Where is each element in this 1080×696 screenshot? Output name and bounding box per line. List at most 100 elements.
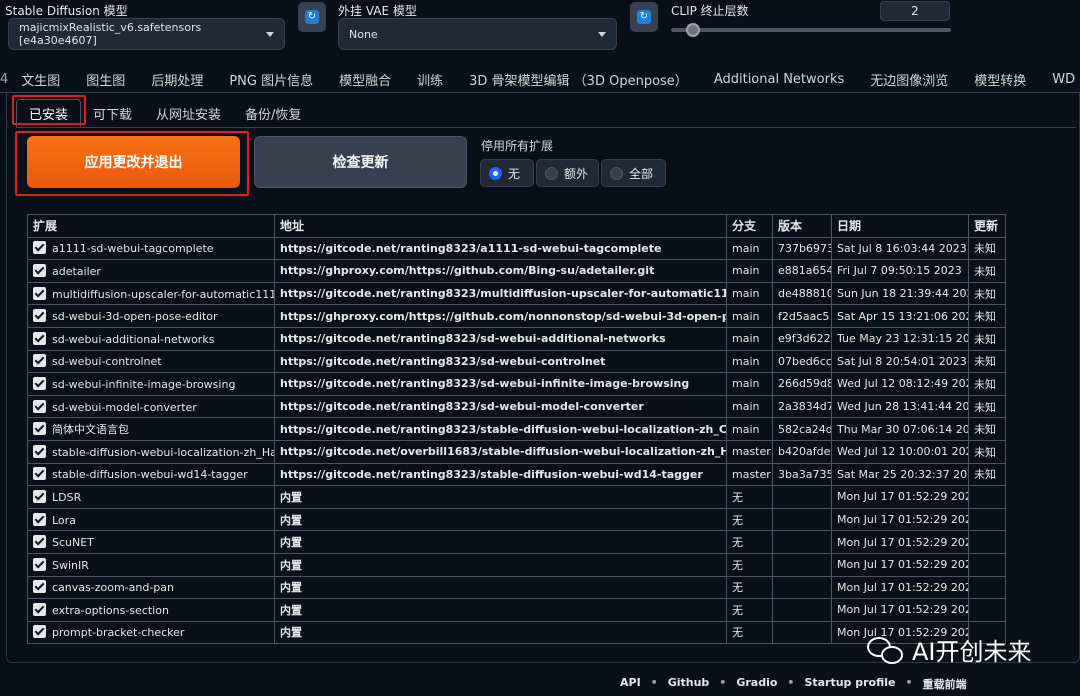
cell-version: 266d59d8 (772, 372, 832, 396)
enable-checkbox[interactable] (33, 309, 46, 323)
cell-date: Thu Mar 30 07:06:14 2023 (831, 417, 969, 441)
cell-branch: 无 (726, 552, 773, 577)
tab-txt2img[interactable]: 文生图 (8, 70, 73, 89)
enable-checkbox[interactable] (33, 580, 46, 594)
cell-extension: canvas-zoom-and-pan (27, 575, 275, 600)
clip-slider-thumb[interactable] (686, 23, 701, 37)
watermark-text: AI开创未来 (912, 638, 1032, 666)
radio-none[interactable]: 无 (480, 159, 534, 187)
cell-url: https://ghproxy.com/https://github.com/n… (274, 304, 727, 328)
enable-checkbox[interactable] (33, 557, 46, 571)
tab-extras[interactable]: 后期处理 (138, 70, 216, 89)
tab-additional-networks[interactable]: Additional Networks (701, 72, 857, 87)
cell-branch: master (726, 439, 773, 464)
footer-link-reload-ui[interactable]: 重载前端 (923, 676, 967, 692)
vae-label: 外挂 VAE 模型 (338, 4, 417, 18)
cell-update: 未知 (968, 417, 1006, 441)
cell-version (772, 485, 832, 509)
tab-infinite-browser[interactable]: 无边图像浏览 (857, 70, 961, 89)
cell-branch: 无 (726, 530, 773, 554)
cell-url: https://gitcode.net/ranting8323/stable-d… (274, 417, 727, 441)
tab-png-info[interactable]: PNG 图片信息 (216, 70, 326, 89)
clip-slider-track[interactable] (671, 28, 951, 32)
enable-checkbox[interactable] (33, 602, 46, 616)
enable-checkbox[interactable] (33, 376, 46, 390)
sd-model-value: majicmixRealistic_v6.safetensors [e4a30e… (19, 21, 202, 47)
tab-checkpoint-merger[interactable]: 模型融合 (326, 70, 404, 89)
enable-checkbox[interactable] (33, 354, 46, 368)
table-row: extra-options-section 内置无 Mon Jul 17 01:52… (27, 598, 1006, 622)
footer-link-api[interactable]: API (620, 676, 641, 692)
cell-version: 07bed6cc (772, 349, 832, 374)
cell-branch: 无 (726, 598, 773, 622)
tab-train[interactable]: 训练 (404, 70, 456, 89)
subtab-backup-restore[interactable]: 备份/恢复 (233, 104, 313, 128)
cell-branch: main (726, 326, 773, 351)
cell-version (772, 552, 832, 577)
enable-checkbox[interactable] (33, 331, 46, 345)
clip-number-input[interactable]: 2 (880, 1, 950, 21)
cell-branch: 无 (726, 485, 773, 509)
enable-checkbox[interactable] (33, 422, 46, 436)
check-updates-button[interactable]: 检查更新 (254, 136, 467, 188)
chevron-down-icon (598, 31, 606, 37)
tab-3d-openpose[interactable]: 3D 骨架模型编辑 （3D Openpose） (456, 70, 701, 89)
refresh-vae-button[interactable]: ↻ (630, 2, 658, 32)
col-header-url: 地址 (274, 214, 727, 238)
cell-update: 未知 (968, 236, 1006, 261)
footer-link-startup-profile[interactable]: Startup profile (804, 676, 895, 692)
tab-wd14[interactable]: WD 1.4 (1039, 72, 1080, 87)
cell-url: https://gitcode.net/ranting8323/multidif… (274, 281, 727, 306)
subtab-install-from-url[interactable]: 从网址安装 (144, 104, 233, 128)
tab-model-converter[interactable]: 模型转换 (961, 70, 1039, 89)
watermark: AI开创未来 (866, 632, 1032, 667)
enable-checkbox[interactable] (33, 263, 46, 277)
enable-checkbox[interactable] (33, 489, 46, 503)
cell-extension: sd-webui-additional-networks (27, 326, 275, 351)
table-row: LDSR 内置无 Mon Jul 17 01:52:29 2023 (27, 485, 1006, 509)
enable-checkbox[interactable] (33, 535, 46, 549)
cell-url: 内置 (274, 575, 727, 600)
cell-version (772, 620, 832, 645)
table-header-row: 扩展 地址 分支 版本 日期 更新 (27, 214, 1006, 238)
tab-img2img[interactable]: 图生图 (73, 70, 138, 89)
col-header-branch: 分支 (726, 214, 773, 238)
enable-checkbox[interactable] (33, 399, 46, 413)
sd-model-dropdown[interactable]: majicmixRealistic_v6.safetensors [e4a30e… (8, 18, 285, 50)
cell-branch: main (726, 417, 773, 441)
enable-checkbox[interactable] (33, 444, 46, 458)
cell-url: 内置 (274, 507, 727, 532)
cell-date: Fri Jul 7 09:50:15 2023 (831, 259, 969, 283)
cell-update: 未知 (968, 439, 1006, 464)
cell-url: 内置 (274, 620, 727, 645)
cell-date: Mon Jul 17 01:52:29 2023 (831, 530, 969, 554)
sd-model-label: Stable Diffusion 模型 (5, 4, 128, 18)
enable-checkbox[interactable] (33, 625, 46, 639)
cell-date: Mon Jul 17 01:52:29 2023 (831, 575, 969, 600)
apply-and-restart-button[interactable]: 应用更改并退出 (27, 136, 240, 188)
cell-branch: 无 (726, 620, 773, 645)
cell-update (968, 575, 1006, 600)
refresh-model-button[interactable]: ↻ (298, 2, 326, 32)
footer-link-github[interactable]: Github (668, 676, 710, 692)
extension-name: canvas-zoom-and-pan (52, 581, 174, 595)
subtabs-divider (16, 127, 1076, 128)
chevron-down-icon (266, 31, 274, 37)
cell-version (772, 530, 832, 554)
cell-version: 2a3834d7 (772, 394, 832, 419)
vae-dropdown[interactable]: None (338, 18, 617, 50)
cell-url: https://gitcode.net/ranting8323/a1111-sd… (274, 236, 727, 261)
cell-update: 未知 (968, 462, 1006, 487)
radio-extra[interactable]: 额外 (536, 159, 599, 187)
enable-checkbox[interactable] (33, 286, 46, 300)
radio-all[interactable]: 全部 (601, 159, 666, 187)
cell-date: Mon Jul 17 01:52:29 2023 (831, 552, 969, 577)
enable-checkbox[interactable] (33, 512, 46, 526)
extension-name: 简体中文语言包 (52, 423, 129, 437)
enable-checkbox[interactable] (33, 467, 46, 481)
cell-branch: main (726, 394, 773, 419)
footer-link-gradio[interactable]: Gradio (736, 676, 777, 692)
cell-version (772, 575, 832, 600)
enable-checkbox[interactable] (33, 241, 46, 255)
subtab-available[interactable]: 可下载 (81, 104, 144, 128)
